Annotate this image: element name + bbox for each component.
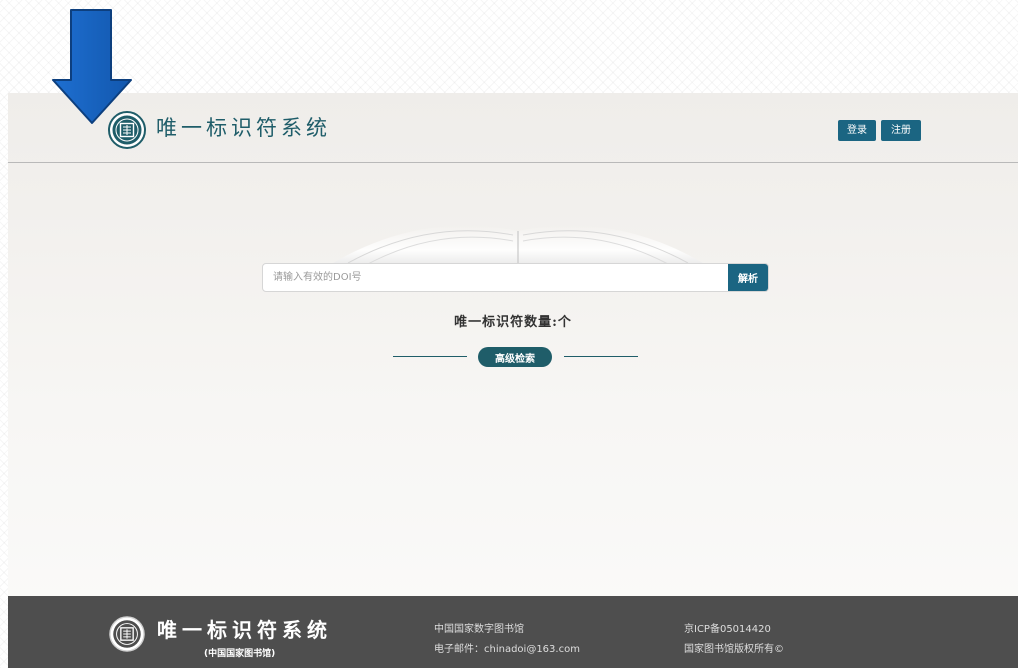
- advanced-search-button[interactable]: 高级检索: [478, 347, 552, 367]
- header: 唯一标识符系统 登录 注册: [8, 93, 1018, 163]
- footer-icp-number: 京ICP备05014420: [684, 624, 771, 635]
- library-seal-icon: [109, 616, 145, 652]
- footer-email: 电子邮件：chinadoi@163.com: [434, 644, 580, 655]
- footer: 唯一标识符系统 (中国国家图书馆) 中国国家数字图书馆 电子邮件：chinado…: [8, 596, 1018, 668]
- parse-button[interactable]: 解析: [728, 264, 768, 291]
- down-arrow-icon: [52, 9, 132, 124]
- footer-copyright: 国家图书馆版权所有©: [684, 644, 784, 655]
- doi-search-input[interactable]: [263, 264, 730, 291]
- footer-site-title: 唯一标识符系统: [157, 618, 332, 642]
- footer-library-name: 中国国家数字图书馆: [434, 624, 524, 635]
- search-bar: 解析: [262, 263, 769, 292]
- login-button[interactable]: 登录: [838, 120, 876, 141]
- divider-left: [393, 356, 467, 357]
- register-button[interactable]: 注册: [881, 120, 921, 141]
- site-title: 唯一标识符系统: [156, 116, 331, 140]
- site-page: 唯一标识符系统 登录 注册 解析 唯一标识符数量:个 高级检索: [8, 93, 1018, 668]
- footer-subtitle: (中国国家图书馆): [204, 649, 276, 659]
- open-book-illustration: [328, 225, 708, 266]
- divider-right: [564, 356, 638, 357]
- identifier-count-label: 唯一标识符数量:个: [454, 315, 572, 330]
